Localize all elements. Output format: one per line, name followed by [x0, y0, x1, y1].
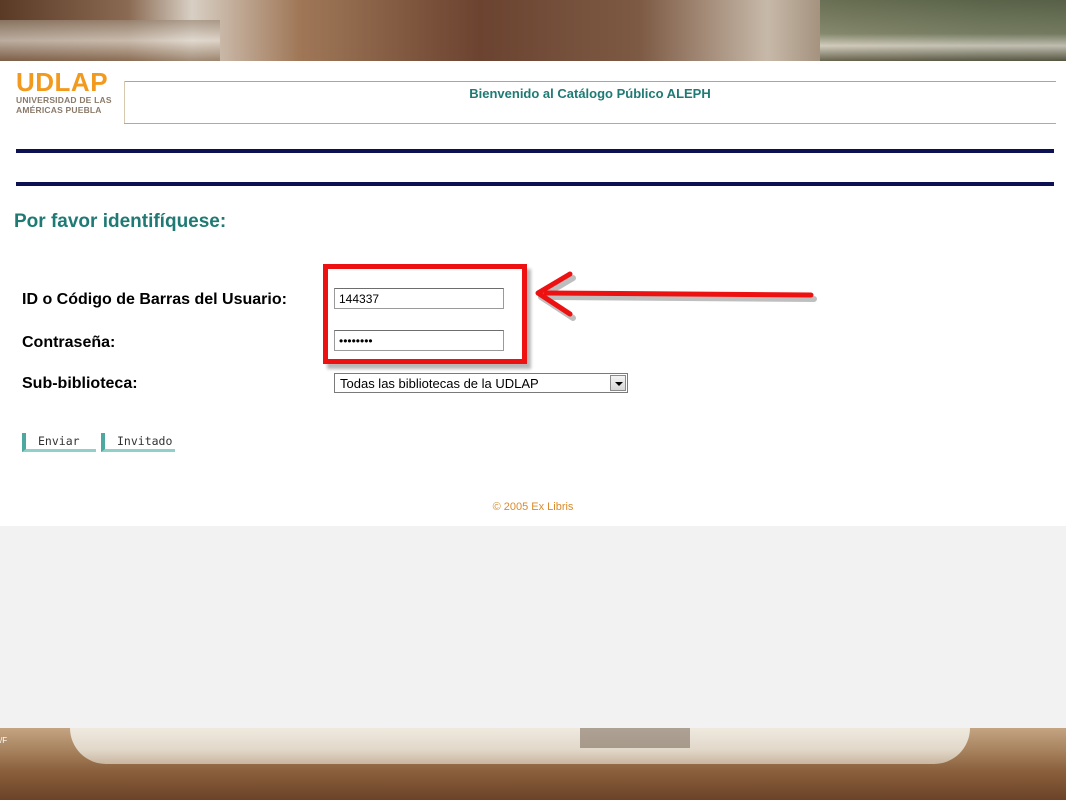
submit-button[interactable]: Enviar — [22, 433, 96, 452]
background-book-right — [820, 0, 1066, 61]
corner-mark: /F — [0, 736, 8, 745]
login-page: UDLAP UNIVERSIDAD DE LAS AMÉRICAS PUEBLA… — [0, 61, 1066, 526]
udlap-logo[interactable]: UDLAP UNIVERSIDAD DE LAS AMÉRICAS PUEBLA — [16, 69, 124, 115]
navy-divider-top — [16, 149, 1054, 153]
page-title: Por favor identifíquese: — [14, 211, 227, 232]
guest-button[interactable]: Invitado — [101, 433, 175, 452]
logo-text: UDLAP — [16, 67, 109, 97]
header-divider-bottom — [124, 123, 1056, 124]
empty-area — [0, 526, 1066, 728]
logo-subtitle-line2: AMÉRICAS PUEBLA — [16, 105, 102, 115]
sublibrary-label: Sub-biblioteca: — [22, 375, 138, 392]
sublibrary-select[interactable]: Todas las bibliotecas de la UDLAP — [334, 373, 628, 393]
annotation-arrow-icon — [535, 271, 817, 321]
logo-subtitle-line1: UNIVERSIDAD DE LAS — [16, 95, 112, 105]
copyright-footer: © 2005 Ex Libris — [492, 501, 574, 513]
header-divider-top — [124, 81, 1056, 82]
background-open-book — [70, 728, 970, 764]
chevron-down-icon[interactable] — [610, 375, 626, 391]
welcome-banner: Bienvenido al Catálogo Público ALEPH — [469, 86, 711, 101]
sublibrary-selected-value: Todas las bibliotecas de la UDLAP — [340, 376, 539, 391]
navy-divider-bottom — [16, 182, 1054, 186]
annotation-highlight-box — [323, 264, 527, 364]
password-label: Contraseña: — [22, 334, 116, 351]
background-book-left — [0, 20, 220, 61]
background-book-fold — [580, 728, 690, 748]
user-id-label: ID o Código de Barras del Usuario: — [22, 291, 287, 308]
